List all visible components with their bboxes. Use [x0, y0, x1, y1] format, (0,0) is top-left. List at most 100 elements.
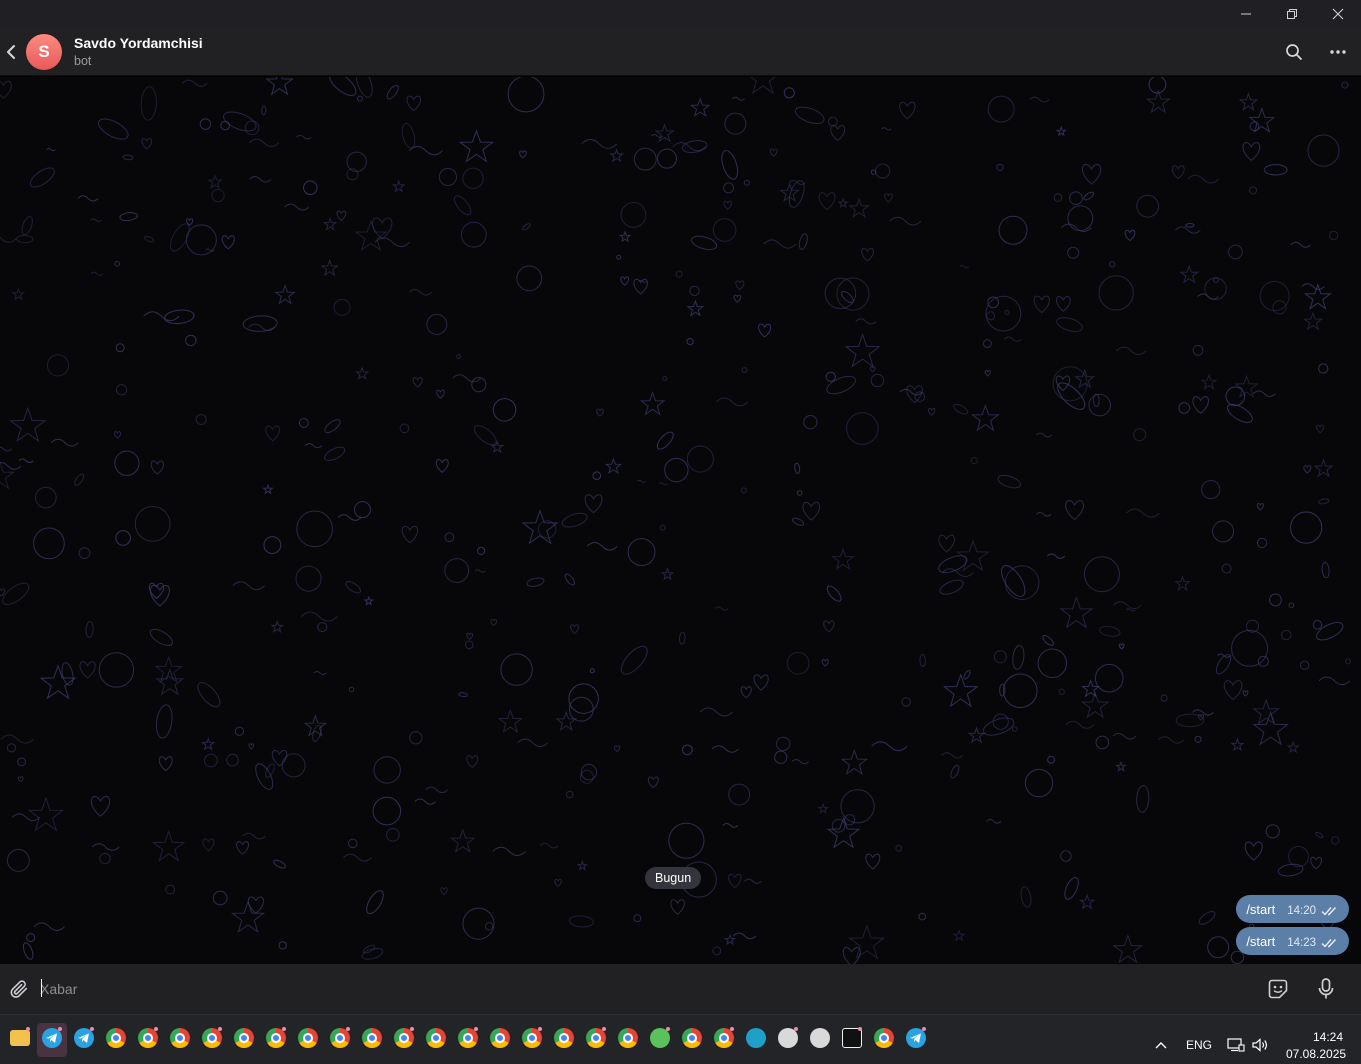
pattern-doodle [449, 828, 476, 853]
chrome-icon[interactable] [490, 1028, 510, 1048]
pattern-doodle [1178, 402, 1191, 414]
clock-date[interactable]: 07.08.2025 [1286, 1047, 1346, 1061]
chrome-icon[interactable] [618, 1028, 638, 1048]
pattern-doodle [1281, 629, 1292, 641]
pattern-doodle [50, 438, 79, 447]
microphone-icon[interactable] [1314, 977, 1338, 1001]
clock-time[interactable]: 14:24 [1313, 1030, 1343, 1044]
edge-icon[interactable] [746, 1028, 766, 1048]
pattern-doodle [374, 237, 410, 248]
message-bubble-outgoing[interactable]: /start 14:20 [1236, 895, 1349, 923]
file-explorer-icon[interactable] [10, 1030, 30, 1046]
running-indicator [730, 1027, 734, 1031]
back-arrow-icon[interactable] [0, 36, 22, 68]
pattern-doodle [261, 105, 267, 116]
pattern-doodle [1321, 562, 1330, 579]
pattern-doodle [1286, 740, 1300, 754]
chrome-icon[interactable] [138, 1028, 158, 1048]
pattern-doodle [17, 757, 26, 767]
pattern-doodle [732, 932, 757, 940]
pattern-doodle [670, 899, 685, 915]
capcut-icon[interactable] [842, 1028, 862, 1048]
running-indicator [218, 1027, 222, 1031]
pattern-doodle [672, 142, 706, 152]
pattern-doodle [1094, 663, 1124, 693]
chrome-icon[interactable] [874, 1028, 894, 1048]
chrome-icon[interactable] [714, 1028, 734, 1048]
pattern-doodle [1290, 511, 1323, 544]
pattern-doodle [354, 219, 388, 252]
chrome-icon[interactable] [458, 1028, 478, 1048]
chrome-icon[interactable] [298, 1028, 318, 1048]
game-controller-icon[interactable] [650, 1028, 670, 1048]
pattern-doodle [474, 569, 486, 573]
pattern-doodle [1113, 601, 1142, 610]
pattern-doodle [1223, 680, 1243, 701]
pattern-doodle [830, 125, 846, 142]
chrome-center-dot [431, 1033, 441, 1043]
telegram-desktop-icon[interactable] [906, 1028, 926, 1048]
chatgpt-icon[interactable] [778, 1028, 798, 1048]
pattern-doodle [1056, 295, 1071, 312]
chrome-icon[interactable] [586, 1028, 606, 1048]
pattern-doodle [35, 486, 57, 509]
pattern-doodle [918, 912, 927, 921]
pattern-doodle [658, 482, 668, 486]
chrome-icon[interactable] [362, 1028, 382, 1048]
pattern-doodle [182, 79, 208, 87]
avatar[interactable]: S [26, 34, 62, 70]
pattern-doodle [1201, 479, 1221, 500]
chrome-icon[interactable] [234, 1028, 254, 1048]
message-input[interactable] [40, 976, 1240, 1002]
pattern-doodle [1145, 89, 1171, 114]
pattern-doodle [627, 538, 656, 567]
network-icon[interactable] [1227, 1037, 1245, 1053]
pattern-doodle [372, 217, 393, 240]
pattern-doodle [473, 425, 497, 446]
pattern-doodle [1263, 164, 1288, 176]
chevron-up-icon[interactable] [1152, 1037, 1170, 1053]
pattern-doodle [1078, 893, 1096, 910]
chrome-icon[interactable] [682, 1028, 702, 1048]
pattern-doodle [26, 933, 36, 943]
pattern-doodle [140, 86, 157, 121]
pattern-doodle [837, 197, 849, 209]
more-vertical-icon[interactable] [1326, 40, 1350, 64]
pattern-doodle [212, 890, 228, 906]
pattern-doodle [226, 753, 239, 767]
pattern-doodle [1328, 230, 1339, 241]
close-icon[interactable] [1315, 0, 1361, 28]
telegram-icon[interactable] [74, 1028, 94, 1048]
chrome-icon[interactable] [554, 1028, 574, 1048]
chrome-icon[interactable] [266, 1028, 286, 1048]
telegram-icon[interactable] [42, 1028, 62, 1048]
pattern-doodle [401, 123, 416, 149]
chrome-icon[interactable] [394, 1028, 414, 1048]
pattern-doodle [1036, 432, 1053, 438]
minimize-icon[interactable] [1223, 0, 1269, 28]
pattern-doodle [586, 541, 618, 551]
chat-title[interactable]: Savdo Yordamchisi [74, 35, 203, 51]
paperclip-icon[interactable] [6, 977, 32, 1001]
pattern-doodle [1207, 936, 1230, 959]
pattern-doodle [998, 215, 1028, 245]
sticker-icon[interactable] [1266, 977, 1290, 1001]
chat-messages-area[interactable]: Bugun /start 14:20 /start 14:23 [0, 77, 1361, 964]
chrome-icon[interactable] [522, 1028, 542, 1048]
chrome-icon[interactable] [202, 1028, 222, 1048]
pattern-doodle [2, 582, 30, 605]
search-icon[interactable] [1282, 40, 1306, 64]
window-title-bar [0, 0, 1361, 28]
chrome-icon[interactable] [426, 1028, 446, 1048]
volume-icon[interactable] [1252, 1037, 1270, 1053]
restore-icon[interactable] [1269, 0, 1315, 28]
chrome-icon[interactable] [106, 1028, 126, 1048]
language-indicator[interactable]: ENG [1186, 1038, 1212, 1052]
message-bubble-outgoing[interactable]: /start 14:23 [1236, 927, 1349, 955]
github-icon[interactable] [810, 1028, 830, 1048]
pattern-doodle [322, 216, 338, 231]
chrome-icon[interactable] [170, 1028, 190, 1048]
pattern-doodle [803, 414, 818, 430]
chrome-icon[interactable] [330, 1028, 350, 1048]
pattern-doodle [884, 193, 893, 203]
